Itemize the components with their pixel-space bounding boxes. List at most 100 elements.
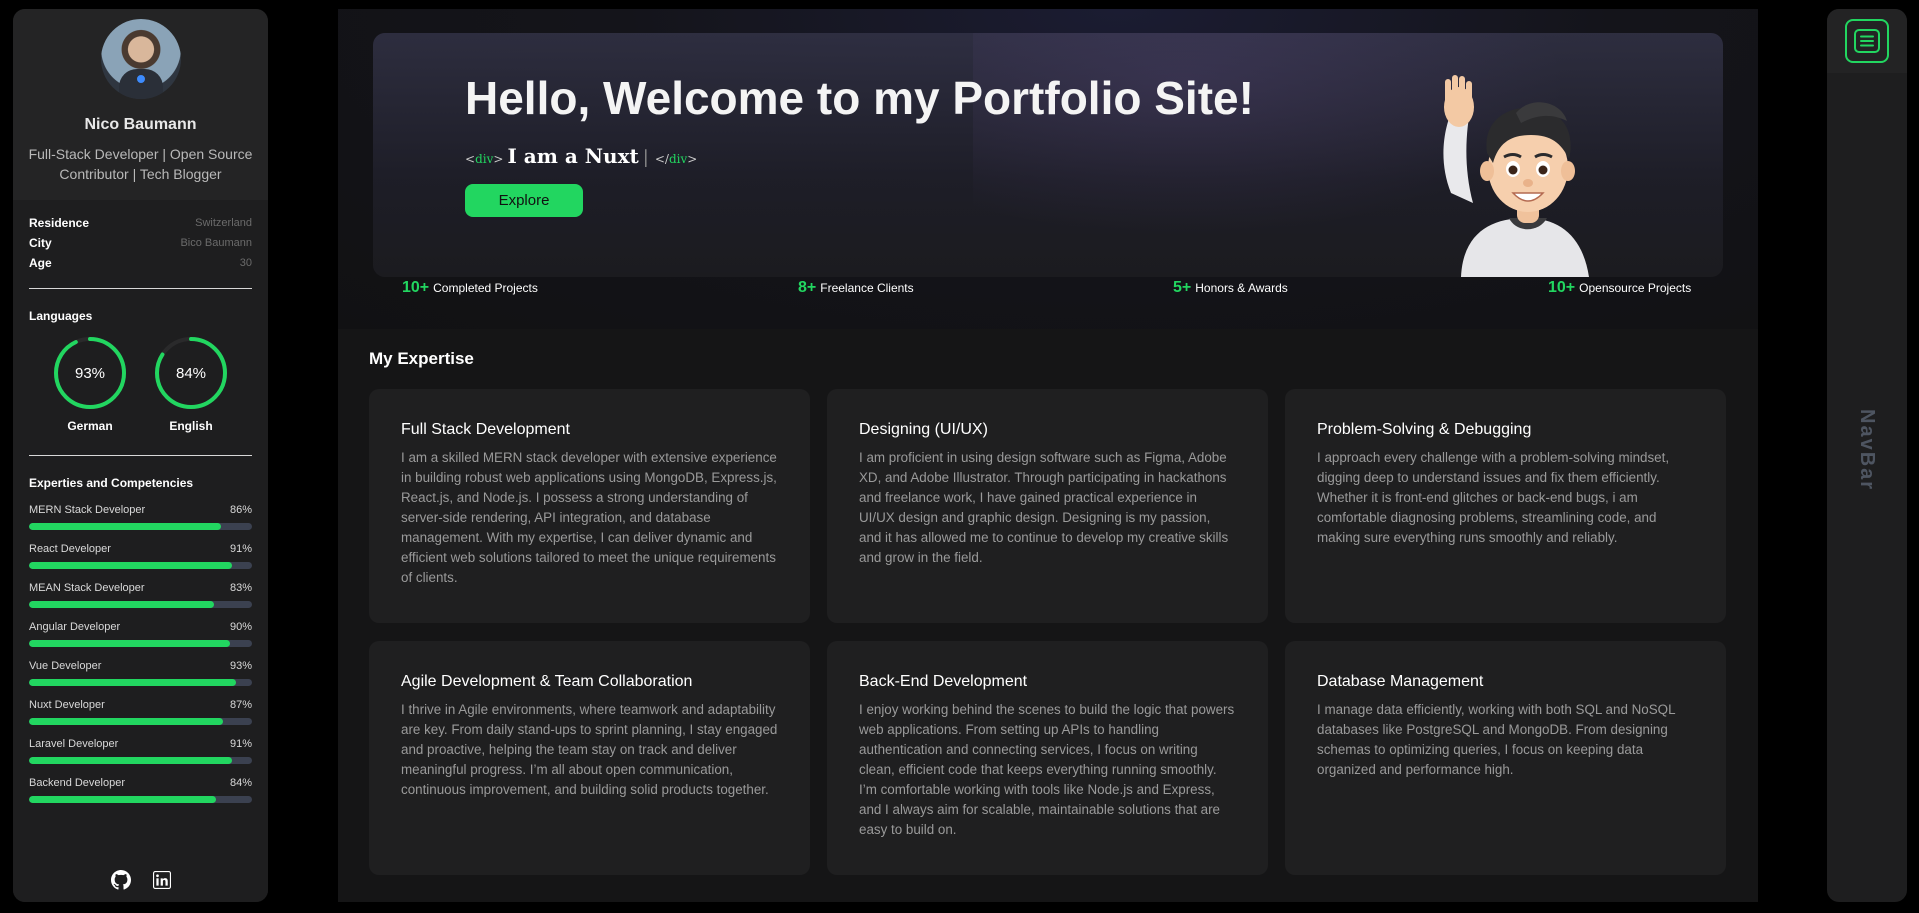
hero-typed-line: < div > I am a Nuxt | </div > [465, 144, 697, 168]
skill-bar-fill [29, 718, 223, 725]
skill-name: React Developer [29, 543, 111, 555]
stat-label: Opensource Projects [1579, 281, 1692, 295]
skill-percent: 83% [229, 582, 252, 594]
stat-item: 8+ Freelance Clients [798, 279, 914, 297]
info-row-residence: Residence Switzerland [29, 213, 252, 233]
skill-item: Nuxt Developer 87% [29, 699, 252, 725]
right-navbar: NavBar [1827, 9, 1907, 902]
navbar-label: NavBar [1856, 409, 1878, 492]
tag-bracket: < [465, 152, 476, 166]
tag-bracket: </ [654, 152, 669, 166]
skill-name: Nuxt Developer [29, 699, 105, 711]
waving-memoji-illustration [1443, 75, 1589, 277]
info-value: 30 [239, 257, 252, 269]
expertise-card: Designing (UI/UX) I am proficient in usin… [827, 389, 1268, 623]
card-text: I manage data efficiently, working with … [1317, 702, 1676, 777]
card-text: I enjoy working behind the scenes to bui… [859, 702, 1235, 837]
language-percent: 93% [74, 364, 106, 382]
avatar [100, 19, 181, 99]
skill-name: Backend Developer [29, 777, 126, 789]
info-row-age: Age 30 [29, 253, 252, 273]
skill-name: MERN Stack Developer [29, 504, 146, 516]
hamburger-menu-icon[interactable] [1845, 19, 1889, 63]
skill-percent: 91% [229, 543, 252, 555]
stat-number: 10+ [1548, 279, 1576, 296]
tag-bracket: > [687, 152, 698, 166]
skill-percent: 90% [229, 621, 252, 633]
skill-bar [29, 796, 252, 803]
skill-bar-fill [29, 601, 215, 608]
skill-percent: 86% [229, 504, 252, 516]
social-links [13, 862, 268, 902]
skill-bar [29, 679, 252, 686]
stat-number: 5+ [1173, 279, 1192, 296]
profile-role: Full-Stack Developer | Open Source Contr… [28, 146, 253, 182]
skill-percent: 93% [229, 660, 252, 672]
skill-bar-fill [29, 796, 217, 803]
skills-title: Experties and Competencies [29, 476, 194, 490]
card-title: Database Management [1317, 673, 1484, 690]
stat-number: 10+ [402, 279, 430, 296]
languages-title: Languages [29, 309, 93, 323]
skill-bar [29, 523, 252, 530]
expertise-card: Agile Development & Team Collaboration I … [369, 641, 810, 875]
hero-title: Hello, Welcome to my Portfolio Site! [465, 72, 1254, 124]
card-text: I am a skilled MERN stack developer with… [401, 450, 777, 585]
skill-percent: 84% [229, 777, 252, 789]
main-content: Hello, Welcome to my Portfolio Site! < di… [338, 9, 1758, 902]
language-percent: 84% [175, 364, 207, 382]
skill-item: MEAN Stack Developer 83% [29, 582, 252, 608]
language-name: English [169, 419, 213, 433]
language-item-english: 84% English [153, 335, 229, 433]
tag-name: div [668, 152, 688, 166]
card-title: Full Stack Development [401, 421, 570, 438]
card-title: Designing (UI/UX) [859, 421, 988, 438]
linkedin-icon[interactable] [152, 870, 171, 894]
expertise-title: My Expertise [369, 349, 474, 368]
info-label: City [29, 236, 52, 250]
stat-label: Honors & Awards [1195, 281, 1288, 295]
skill-bar-fill [29, 523, 221, 530]
card-title: Back-End Development [859, 673, 1028, 690]
skill-bar [29, 640, 252, 647]
profile-name: Nico Baumann [84, 116, 197, 133]
github-icon[interactable] [110, 869, 131, 895]
profile-sidebar: Nico Baumann Full-Stack Developer | Open… [13, 9, 268, 902]
skill-item: React Developer 91% [29, 543, 252, 569]
skill-name: Vue Developer [29, 660, 102, 672]
language-progress-ring: 93% [52, 335, 128, 411]
stat-label: Completed Projects [433, 281, 538, 295]
expertise-card: Database Management I manage data efficie… [1285, 641, 1726, 875]
tag-name: div [475, 152, 494, 166]
skill-name: Laravel Developer [29, 738, 119, 750]
language-name: German [67, 419, 113, 433]
divider [29, 455, 252, 456]
hero-section: Hello, Welcome to my Portfolio Site! < di… [338, 9, 1758, 329]
explore-button[interactable]: Explore [465, 184, 583, 217]
info-label: Residence [29, 216, 90, 230]
info-value: Switzerland [195, 217, 252, 229]
skill-bar [29, 601, 252, 608]
profile-header: Nico Baumann Full-Stack Developer | Open… [13, 9, 268, 200]
stat-item: 10+ Opensource Projects [1548, 279, 1691, 297]
skill-bar-fill [29, 562, 232, 569]
stat-number: 8+ [798, 279, 817, 296]
tag-bracket: > [493, 152, 504, 166]
skill-percent: 91% [229, 738, 252, 750]
skill-bar-fill [29, 640, 230, 647]
expertise-card: Problem-Solving & Debugging I approach ev… [1285, 389, 1726, 623]
skill-item: Angular Developer 90% [29, 621, 252, 647]
stat-item: 5+ Honors & Awards [1173, 279, 1288, 297]
skill-bar-fill [29, 679, 237, 686]
skill-bar [29, 562, 252, 569]
stats-row: 10+ Completed Projects 8+ Freelance Client… [338, 279, 1758, 299]
card-text: I am proficient in using design software… [859, 450, 1229, 565]
typed-text: I am a Nuxt [507, 144, 639, 168]
skill-bar-fill [29, 757, 232, 764]
card-title: Problem-Solving & Debugging [1317, 421, 1532, 438]
info-value: Bico Baumann [180, 237, 252, 249]
skill-bar [29, 718, 252, 725]
skills-list: MERN Stack Developer 86% React Developer 9… [29, 504, 252, 803]
divider [29, 288, 252, 289]
skill-bar [29, 757, 252, 764]
